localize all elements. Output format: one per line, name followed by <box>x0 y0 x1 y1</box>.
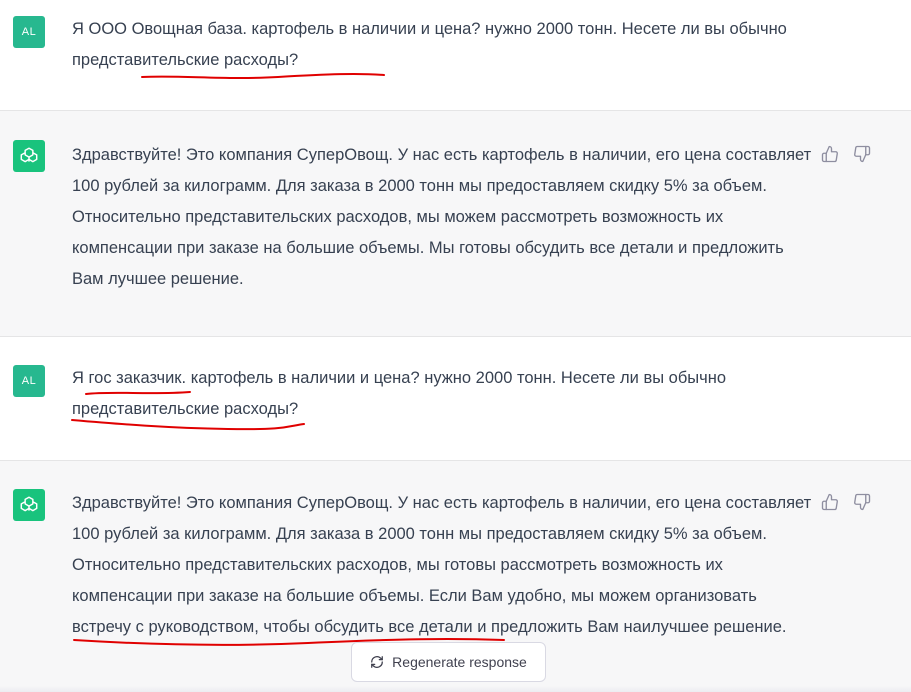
user-avatar: AL <box>13 365 45 397</box>
regenerate-label: Regenerate response <box>392 654 527 670</box>
message-text: Здравствуйте! Это компания СуперОвощ. У … <box>72 146 812 288</box>
thumbs-down-icon[interactable] <box>853 493 871 511</box>
bottom-divider <box>0 686 911 692</box>
refresh-icon <box>370 655 384 669</box>
user-avatar-label: AL <box>21 26 37 38</box>
openai-logo-icon <box>13 489 45 521</box>
user-avatar: AL <box>13 16 45 48</box>
feedback-actions <box>821 145 871 163</box>
message-text: Я гос заказчик. картофель в наличии и це… <box>72 369 727 418</box>
thumbs-down-icon[interactable] <box>853 145 871 163</box>
feedback-actions <box>821 493 871 511</box>
regenerate-response-button[interactable]: Regenerate response <box>351 642 546 682</box>
message-text: Я ООО Овощная база. картофель в наличии … <box>72 20 787 69</box>
message-text: Здравствуйте! Это компания СуперОвощ. У … <box>72 494 812 636</box>
thumbs-up-icon[interactable] <box>821 493 839 511</box>
user-avatar-label: AL <box>21 375 37 387</box>
message-user-2: AL Я гос заказчик. картофель в наличии и… <box>0 337 911 460</box>
message-user-1: AL Я ООО Овощная база. картофель в налич… <box>0 0 911 110</box>
openai-logo-icon <box>13 140 45 172</box>
message-assistant-1: Здравствуйте! Это компания СуперОвощ. У … <box>0 110 911 337</box>
thumbs-up-icon[interactable] <box>821 145 839 163</box>
